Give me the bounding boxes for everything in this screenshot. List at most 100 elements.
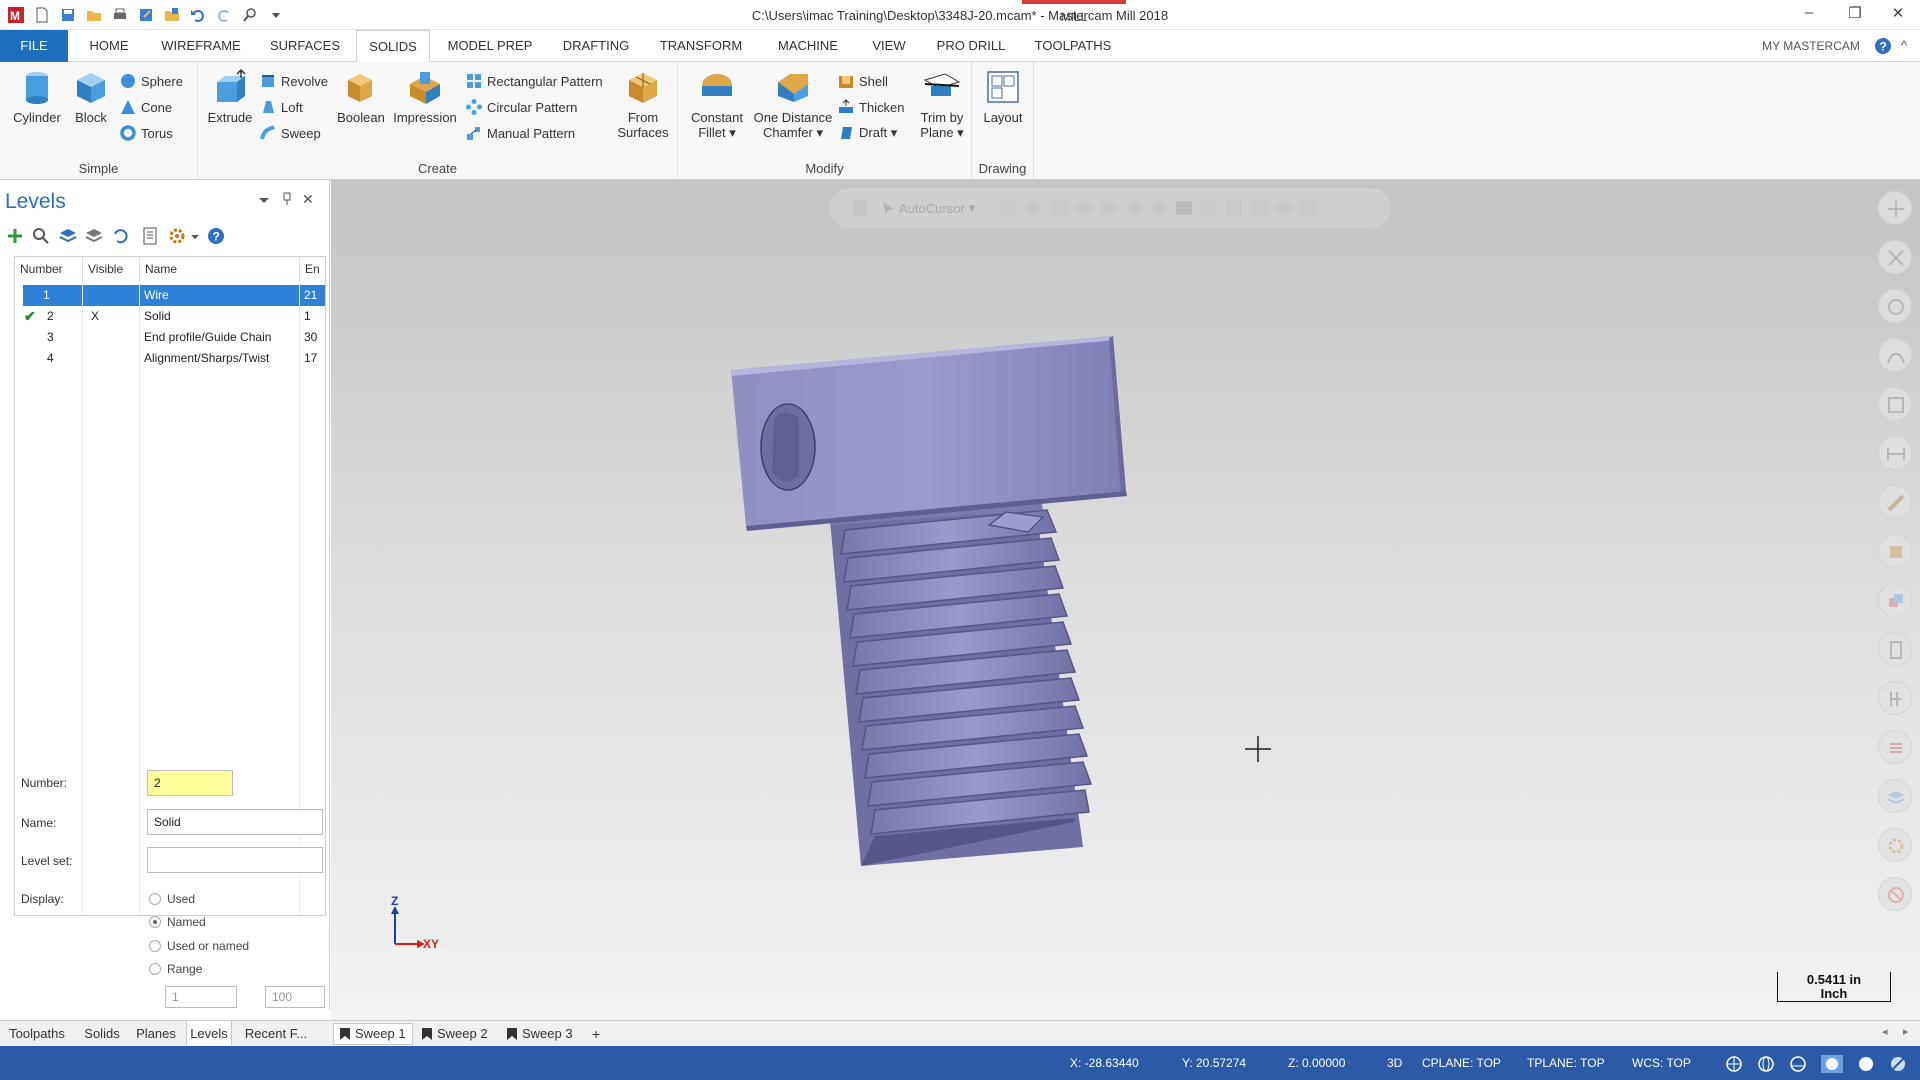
- shell-button[interactable]: Shell: [838, 70, 888, 92]
- wireframe-icon[interactable]: [1878, 681, 1912, 715]
- revolve-button[interactable]: Revolve: [260, 70, 328, 92]
- dimension-icon[interactable]: [1878, 436, 1912, 470]
- pin-icon[interactable]: [281, 192, 293, 209]
- isometric-view-icon[interactable]: [1878, 387, 1912, 421]
- cube-icon[interactable]: [1878, 534, 1912, 568]
- curve-icon[interactable]: [1878, 338, 1912, 372]
- my-mastercam-link[interactable]: MY MASTERCAM: [1756, 30, 1866, 62]
- layout-button[interactable]: Layout: [976, 68, 1030, 125]
- status-tplane[interactable]: TPLANE: TOP: [1527, 1056, 1605, 1070]
- restore-button[interactable]: ❐: [1838, 4, 1872, 26]
- panel-tab-recent-functions[interactable]: Recent F...: [236, 1021, 316, 1047]
- no-entry-icon[interactable]: [1878, 877, 1912, 911]
- panel-tab-solids[interactable]: Solids: [78, 1021, 126, 1047]
- globe-icon[interactable]: [1725, 1055, 1743, 1073]
- levels-stack-icon[interactable]: [1878, 779, 1912, 813]
- rectangular-pattern-button[interactable]: Rectangular Pattern: [466, 70, 603, 92]
- range-to-field[interactable]: 100: [265, 986, 325, 1008]
- help-circle-icon[interactable]: ?: [206, 226, 226, 246]
- tab-pro-drill[interactable]: PRO DRILL: [928, 30, 1014, 62]
- solid-screw-model[interactable]: [331, 180, 1920, 1020]
- sphere-button[interactable]: Sphere: [120, 70, 183, 92]
- status-cplane[interactable]: CPLANE: TOP: [1422, 1056, 1501, 1070]
- tab-solids[interactable]: SOLIDS: [356, 30, 430, 63]
- tool-icon[interactable]: [1878, 485, 1912, 519]
- fit-icon[interactable]: [1878, 240, 1912, 274]
- view-tab-sweep-2[interactable]: Sweep 2: [416, 1023, 494, 1045]
- column-header-visible[interactable]: Visible: [83, 257, 140, 281]
- settings-dropdown-icon[interactable]: [190, 226, 200, 246]
- column-header-entities[interactable]: En: [300, 257, 325, 281]
- sweep-button[interactable]: Sweep: [260, 122, 321, 144]
- zoom-in-icon[interactable]: [1878, 191, 1912, 225]
- tab-scroll-right-icon[interactable]: ▸: [1903, 1025, 1909, 1038]
- tab-home[interactable]: HOME: [76, 30, 142, 62]
- globe-wire-icon[interactable]: [1757, 1055, 1775, 1073]
- cone-button[interactable]: Cone: [120, 96, 172, 118]
- color-icon[interactable]: [1878, 583, 1912, 617]
- name-field[interactable]: Solid: [147, 809, 323, 835]
- sphere-shaded-icon[interactable]: [1789, 1055, 1807, 1073]
- level-row[interactable]: 1 Wire 21: [15, 285, 325, 306]
- minimize-button[interactable]: –: [1792, 4, 1826, 26]
- display-used-or-named-radio[interactable]: Used or named: [149, 939, 249, 953]
- panel-menu-icon[interactable]: [258, 194, 270, 209]
- level-visible[interactable]: [83, 327, 140, 348]
- reset-icon[interactable]: [110, 226, 130, 246]
- display-used-radio[interactable]: Used: [149, 892, 195, 906]
- status-3d-mode[interactable]: 3D: [1387, 1056, 1402, 1070]
- panel-tab-toolpaths[interactable]: Toolpaths: [0, 1021, 74, 1047]
- help-icon[interactable]: ?: [1874, 37, 1892, 55]
- level-row[interactable]: ✔ 2 X Solid 1: [15, 306, 325, 327]
- view-tab-sweep-1[interactable]: Sweep 1: [333, 1023, 413, 1045]
- one-distance-chamfer-button[interactable]: One Distance Chamfer ▾: [750, 68, 836, 140]
- close-button[interactable]: ✕: [1881, 4, 1915, 26]
- level-report-icon[interactable]: [140, 226, 160, 246]
- level-visible[interactable]: [83, 285, 140, 306]
- find-level-icon[interactable]: [31, 226, 51, 246]
- loft-button[interactable]: Loft: [260, 96, 303, 118]
- sphere-translucent-icon[interactable]: [1889, 1055, 1907, 1073]
- draft-button[interactable]: Draft ▾: [838, 122, 897, 144]
- level-row[interactable]: 4 Alignment/Sharps/Twist 17: [15, 348, 325, 369]
- extrude-button[interactable]: Extrude: [204, 68, 256, 125]
- column-header-number[interactable]: Number: [15, 257, 83, 281]
- circular-pattern-button[interactable]: Circular Pattern: [466, 96, 577, 118]
- tab-toolpaths[interactable]: TOOLPATHS: [1030, 30, 1116, 62]
- status-wcs[interactable]: WCS: TOP: [1632, 1056, 1691, 1070]
- tab-model-prep[interactable]: MODEL PREP: [440, 30, 540, 62]
- panel-close-icon[interactable]: ✕: [302, 191, 314, 208]
- level-row[interactable]: 3 End profile/Guide Chain 30: [15, 327, 325, 348]
- add-view-tab-button[interactable]: +: [586, 1023, 606, 1045]
- sphere-solid-active-icon[interactable]: [1821, 1055, 1843, 1073]
- graphics-viewport[interactable]: AutoCursor ▾ Z XY 0.5411 in Inch: [331, 180, 1920, 1020]
- panel-tab-planes[interactable]: Planes: [130, 1021, 182, 1047]
- trim-by-plane-button[interactable]: Trim by Plane ▾: [914, 68, 970, 140]
- panel-tab-levels[interactable]: Levels: [186, 1021, 232, 1047]
- level-visible[interactable]: X: [83, 306, 140, 327]
- display-range-radio[interactable]: Range: [149, 962, 202, 976]
- cylinder-button[interactable]: Cylinder: [8, 68, 66, 125]
- layers-icon[interactable]: [58, 226, 78, 246]
- layers-alt-icon[interactable]: [84, 226, 104, 246]
- tab-wireframe[interactable]: WIREFRAME: [152, 30, 250, 62]
- constant-fillet-button[interactable]: Constant Fillet ▾: [686, 68, 748, 140]
- add-level-icon[interactable]: [5, 226, 25, 246]
- from-surfaces-button[interactable]: From Surfaces: [612, 68, 674, 140]
- circle-view-icon[interactable]: [1878, 289, 1912, 323]
- grid-icon[interactable]: [1878, 730, 1912, 764]
- settings-gear-icon[interactable]: [167, 226, 187, 246]
- sphere-solid-icon[interactable]: [1857, 1055, 1875, 1073]
- gear-icon[interactable]: [1878, 828, 1912, 862]
- column-header-name[interactable]: Name: [140, 257, 300, 281]
- number-field[interactable]: 2: [147, 770, 233, 796]
- tab-machine[interactable]: MACHINE: [766, 30, 850, 62]
- torus-button[interactable]: Torus: [120, 122, 173, 144]
- status-z-coordinate[interactable]: Z: 0.00000: [1288, 1056, 1345, 1070]
- level-set-field[interactable]: [147, 847, 323, 873]
- tab-surfaces[interactable]: SURFACES: [262, 30, 348, 62]
- boolean-button[interactable]: Boolean: [332, 68, 390, 125]
- tab-transform[interactable]: TRANSFORM: [652, 30, 750, 62]
- tab-scroll-left-icon[interactable]: ◂: [1882, 1025, 1888, 1038]
- tab-file[interactable]: FILE: [0, 30, 68, 62]
